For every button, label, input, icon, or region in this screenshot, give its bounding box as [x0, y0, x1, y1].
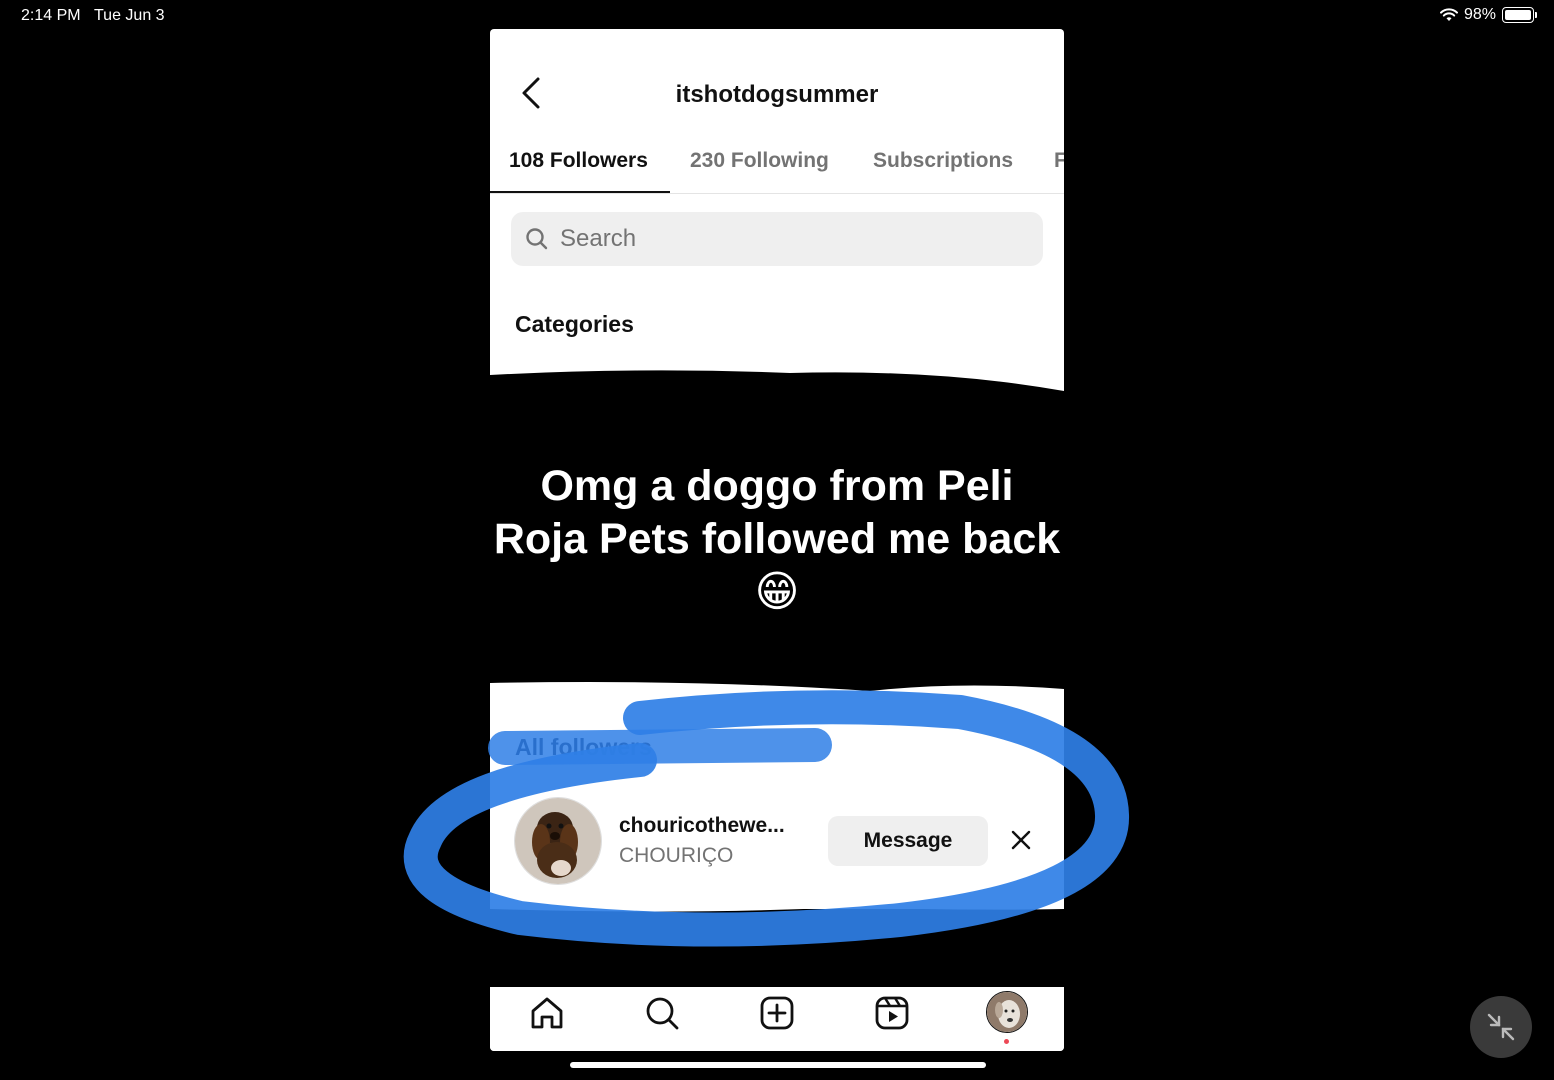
search-placeholder: Search [560, 225, 637, 252]
home-indicator[interactable] [570, 1062, 986, 1068]
nav-explore[interactable] [642, 993, 682, 1033]
header: itshotdogsummer [490, 29, 1064, 149]
nav-reels[interactable] [872, 993, 912, 1033]
profile-dog-photo [987, 992, 1027, 1032]
close-icon [1011, 830, 1031, 850]
tab-subscriptions[interactable]: Subscriptions [873, 149, 1013, 173]
status-date: Tue Jun 3 [94, 7, 165, 24]
all-followers-heading: All followers [515, 734, 652, 760]
follower-full-name: CHOURIÇO [619, 844, 734, 867]
explore-icon [646, 997, 679, 1030]
shrink-button[interactable] [1470, 996, 1532, 1058]
search-icon [526, 228, 548, 250]
status-right: 98% [1439, 6, 1537, 24]
notification-dot [1004, 1039, 1009, 1044]
search-input[interactable]: Search [511, 212, 1043, 266]
active-tab-indicator [490, 191, 670, 193]
reels-icon [875, 996, 909, 1030]
tab-overflow[interactable]: F [1054, 149, 1064, 173]
status-bar: 2:14 PM Tue Jun 3 98% [0, 0, 1554, 32]
avatar[interactable] [514, 797, 602, 885]
page-title: itshotdogsummer [675, 81, 879, 108]
follower-row[interactable]: chouricothewe... CHOURIÇO Message [490, 789, 1064, 899]
tab-bar: 108 Followers 230 Following Subscription… [490, 141, 1064, 194]
battery-icon [1502, 7, 1537, 23]
tab-following[interactable]: 230 Following [690, 149, 829, 173]
battery-percent: 98% [1463, 6, 1496, 23]
follower-username[interactable]: chouricothewe... [619, 814, 785, 838]
caption-line-1: Omg a doggo from Peli [540, 462, 1014, 510]
nav-home[interactable] [527, 993, 567, 1033]
overlay-caption: Omg a doggo from Peli Roja Pets followed… [490, 460, 1064, 619]
grinning-emoji: 😁 [754, 568, 800, 616]
dog-photo [515, 798, 601, 884]
nav-create[interactable] [757, 993, 797, 1033]
tab-followers[interactable]: 108 Followers [509, 149, 648, 173]
shrink-arrows-icon [1487, 1013, 1515, 1041]
message-button[interactable]: Message [828, 816, 988, 866]
remove-follower-button[interactable] [1008, 827, 1034, 853]
home-icon [531, 997, 563, 1029]
caption-line-2: Roja Pets followed me back [493, 515, 1061, 563]
profile-avatar[interactable] [986, 991, 1028, 1033]
wifi-icon [1439, 8, 1458, 21]
categories-heading: Categories [515, 311, 634, 337]
bottom-nav [490, 987, 1064, 1051]
status-time: 2:14 PM [21, 7, 81, 24]
create-icon [760, 996, 794, 1030]
